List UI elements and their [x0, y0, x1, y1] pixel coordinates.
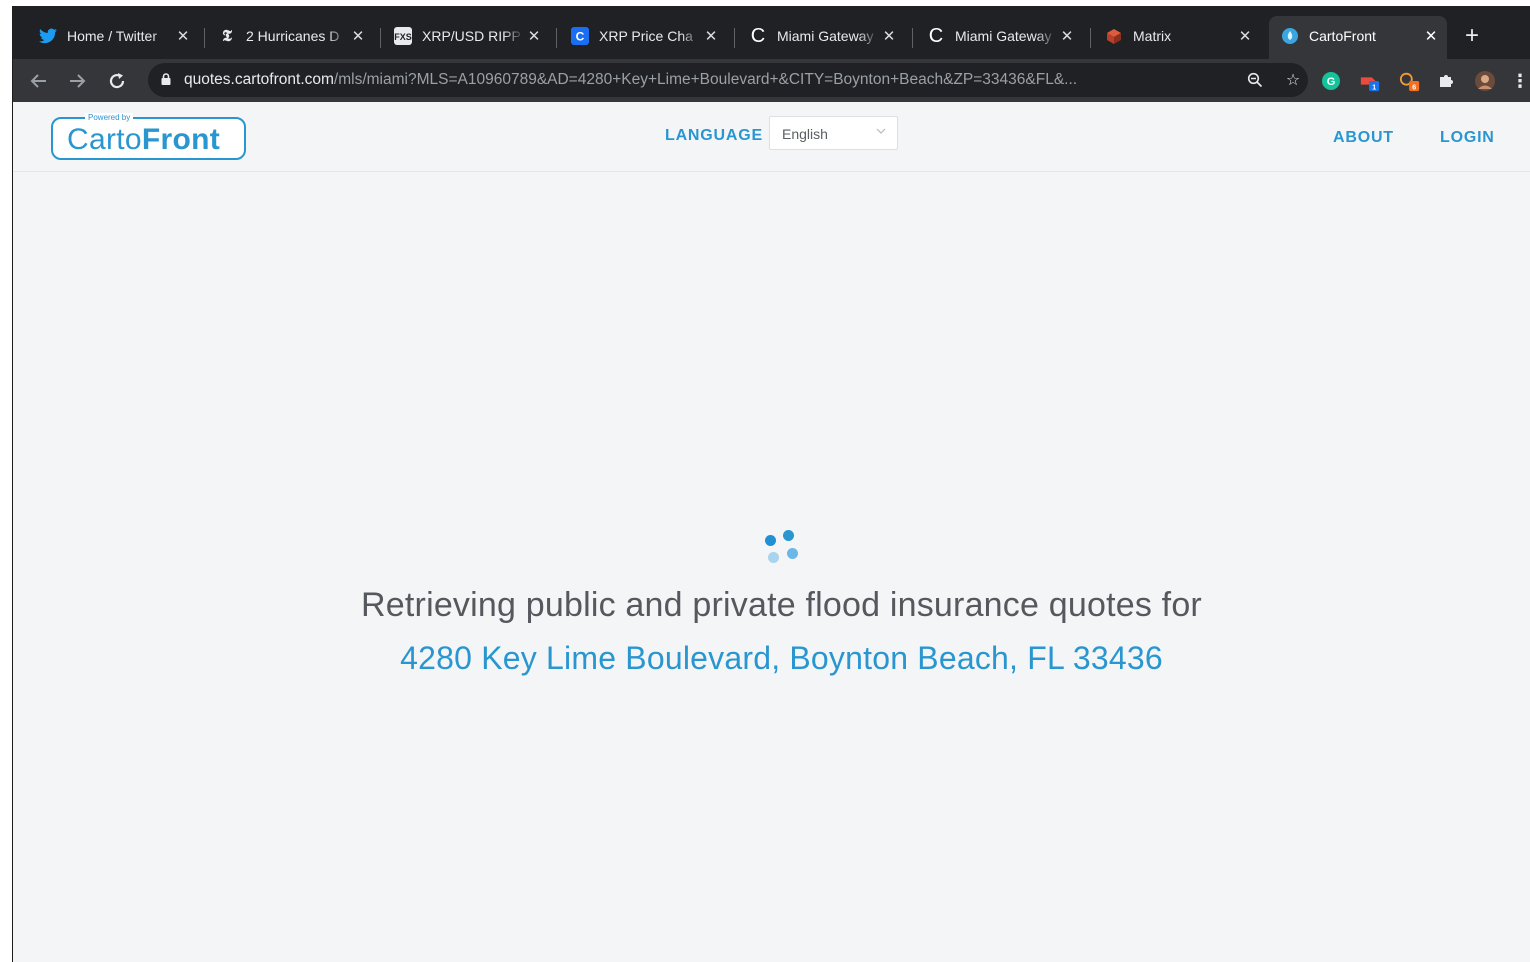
nytimes-icon: 𝕿 [222, 26, 232, 45]
tab-strip: Home / Twitter ✕ 𝕿 2 Hurricanes D ✕ FXS … [13, 6, 1530, 59]
tab-title: XRP Price Cha [599, 28, 693, 44]
close-icon[interactable]: ✕ [173, 26, 193, 46]
svg-text:C: C [576, 30, 585, 44]
tab-title: Home / Twitter [67, 28, 157, 44]
tab-title: 2 Hurricanes D [246, 28, 340, 44]
close-icon[interactable]: ✕ [1057, 26, 1077, 46]
tab-xrp-price[interactable]: C XRP Price Cha ✕ [559, 19, 727, 53]
language-select-value: English [782, 126, 828, 142]
svg-text:6: 6 [1412, 82, 1416, 91]
property-address: 4280 Key Lime Boulevard, Boynton Beach, … [400, 640, 1163, 676]
extension-badge-icon-2[interactable]: 6 [1399, 70, 1421, 92]
logo-wordmark: CartoFront [67, 123, 220, 156]
c-logo-icon: C [750, 24, 766, 47]
close-icon[interactable]: ✕ [1235, 26, 1255, 46]
bookmark-star-icon[interactable]: ☆ [1283, 70, 1303, 90]
tab-divider [734, 28, 735, 48]
forward-button[interactable] [63, 67, 91, 95]
forward-arrow-icon [70, 74, 86, 88]
browser-window: Home / Twitter ✕ 𝕿 2 Hurricanes D ✕ FXS … [13, 6, 1530, 962]
svg-text:FXS: FXS [394, 32, 412, 42]
back-button[interactable] [25, 67, 53, 95]
tab-miami-gateway-1[interactable]: C Miami Gateway ✕ [737, 19, 905, 53]
lock-icon [161, 73, 171, 85]
back-arrow-icon [30, 74, 46, 88]
menu-kebab-icon[interactable]: ⋮ [1511, 70, 1529, 92]
zoom-icon[interactable] [1245, 70, 1265, 90]
tab-divider [204, 28, 205, 48]
close-icon[interactable]: ✕ [701, 26, 721, 46]
login-link[interactable]: LOGIN [1440, 129, 1495, 147]
svg-text:G: G [1327, 76, 1336, 88]
tab-xrp-usd[interactable]: FXS XRP/USD RIPP ✕ [382, 19, 550, 53]
tab-title: CartoFront [1309, 28, 1376, 44]
logo-powered-by: Powered by [85, 113, 134, 123]
site-header: Powered by CartoFront LANGUAGE English A… [13, 102, 1530, 172]
reload-icon [109, 73, 125, 89]
tab-title: XRP/USD RIPP [422, 28, 521, 44]
extension-badge-icon[interactable]: 1 [1359, 70, 1381, 92]
puzzle-icon[interactable] [1435, 70, 1457, 92]
tab-title: Matrix [1133, 28, 1172, 44]
reload-button[interactable] [103, 67, 131, 95]
tab-matrix[interactable]: Matrix ✕ [1093, 19, 1261, 53]
cartofront-icon [1281, 27, 1299, 45]
url-host: quotes.cartofront.com [184, 71, 334, 88]
fxs-icon: FXS [394, 27, 412, 45]
tab-divider [556, 28, 557, 48]
tab-divider [912, 28, 913, 48]
close-icon[interactable]: ✕ [1421, 26, 1441, 46]
tab-title: Miami Gateway [955, 28, 1052, 44]
loading-message: Retrieving public and private flood insu… [361, 586, 1202, 624]
profile-avatar-icon[interactable] [1474, 70, 1496, 92]
tab-divider [1090, 28, 1091, 48]
close-icon[interactable]: ✕ [524, 26, 544, 46]
url-path: /mls/miami?MLS=A10960789&AD=4280+Key+Lim… [333, 71, 1078, 88]
c-logo-icon: C [928, 24, 944, 47]
language-label: LANGUAGE [665, 127, 763, 144]
svg-text:1: 1 [1372, 82, 1376, 91]
about-link[interactable]: ABOUT [1333, 129, 1394, 147]
tab-miami-gateway-2[interactable]: C Miami Gateway ✕ [915, 19, 1083, 53]
tab-hurricanes[interactable]: 𝕿 2 Hurricanes D ✕ [206, 19, 374, 53]
tab-twitter[interactable]: Home / Twitter ✕ [27, 19, 199, 53]
loading-spinner-icon [762, 526, 802, 566]
close-icon[interactable]: ✕ [879, 26, 899, 46]
tab-divider [380, 28, 381, 48]
chevron-down-icon [876, 128, 886, 134]
tab-title: Miami Gateway [777, 28, 874, 44]
page-content: Powered by CartoFront LANGUAGE English A… [13, 102, 1530, 962]
url-text[interactable]: quotes.cartofront.com/mls/miami?MLS=A109… [184, 71, 1224, 89]
close-icon[interactable]: ✕ [348, 26, 368, 46]
language-select[interactable]: English [769, 116, 898, 150]
twitter-icon [39, 27, 57, 45]
tab-cartofront[interactable]: CartoFront ✕ [1269, 16, 1447, 59]
address-bar[interactable]: quotes.cartofront.com/mls/miami?MLS=A109… [148, 63, 1308, 97]
matrix-icon [1105, 27, 1123, 45]
cartofront-logo[interactable]: Powered by CartoFront [51, 113, 246, 160]
browser-toolbar: quotes.cartofront.com/mls/miami?MLS=A109… [13, 59, 1530, 102]
coinmarket-icon: C [571, 27, 589, 45]
new-tab-button[interactable]: + [1460, 24, 1484, 48]
grammarly-icon[interactable]: G [1320, 70, 1342, 92]
